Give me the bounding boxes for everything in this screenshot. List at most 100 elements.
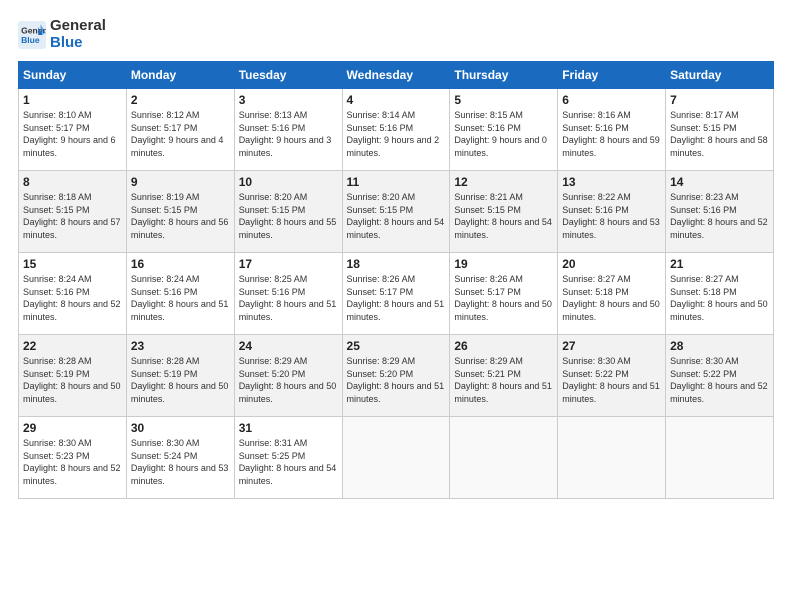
- day-info: Sunrise: 8:22 AM Sunset: 5:16 PM Dayligh…: [562, 191, 661, 241]
- calendar-cell: 23 Sunrise: 8:28 AM Sunset: 5:19 PM Dayl…: [126, 335, 234, 417]
- day-info: Sunrise: 8:10 AM Sunset: 5:17 PM Dayligh…: [23, 109, 122, 159]
- day-info: Sunrise: 8:28 AM Sunset: 5:19 PM Dayligh…: [23, 355, 122, 405]
- weekday-header-friday: Friday: [558, 62, 666, 89]
- weekday-header-tuesday: Tuesday: [234, 62, 342, 89]
- day-number: 28: [670, 339, 769, 353]
- day-number: 16: [131, 257, 230, 271]
- day-info: Sunrise: 8:30 AM Sunset: 5:24 PM Dayligh…: [131, 437, 230, 487]
- weekday-header-wednesday: Wednesday: [342, 62, 450, 89]
- day-info: Sunrise: 8:25 AM Sunset: 5:16 PM Dayligh…: [239, 273, 338, 323]
- calendar-cell: 9 Sunrise: 8:19 AM Sunset: 5:15 PM Dayli…: [126, 171, 234, 253]
- day-number: 9: [131, 175, 230, 189]
- day-number: 18: [347, 257, 446, 271]
- day-number: 24: [239, 339, 338, 353]
- day-number: 12: [454, 175, 553, 189]
- weekday-header-monday: Monday: [126, 62, 234, 89]
- calendar-cell: 8 Sunrise: 8:18 AM Sunset: 5:15 PM Dayli…: [19, 171, 127, 253]
- day-info: Sunrise: 8:21 AM Sunset: 5:15 PM Dayligh…: [454, 191, 553, 241]
- day-info: Sunrise: 8:28 AM Sunset: 5:19 PM Dayligh…: [131, 355, 230, 405]
- day-info: Sunrise: 8:30 AM Sunset: 5:22 PM Dayligh…: [562, 355, 661, 405]
- day-info: Sunrise: 8:26 AM Sunset: 5:17 PM Dayligh…: [347, 273, 446, 323]
- weekday-header-saturday: Saturday: [666, 62, 774, 89]
- day-number: 14: [670, 175, 769, 189]
- svg-text:Blue: Blue: [21, 34, 40, 44]
- calendar-cell: 11 Sunrise: 8:20 AM Sunset: 5:15 PM Dayl…: [342, 171, 450, 253]
- day-info: Sunrise: 8:29 AM Sunset: 5:21 PM Dayligh…: [454, 355, 553, 405]
- day-info: Sunrise: 8:13 AM Sunset: 5:16 PM Dayligh…: [239, 109, 338, 159]
- day-number: 2: [131, 93, 230, 107]
- weekday-header-sunday: Sunday: [19, 62, 127, 89]
- day-number: 4: [347, 93, 446, 107]
- calendar-cell: 31 Sunrise: 8:31 AM Sunset: 5:25 PM Dayl…: [234, 417, 342, 499]
- logo-blue: Blue: [50, 35, 106, 52]
- weekday-header-thursday: Thursday: [450, 62, 558, 89]
- day-number: 8: [23, 175, 122, 189]
- day-info: Sunrise: 8:20 AM Sunset: 5:15 PM Dayligh…: [347, 191, 446, 241]
- day-number: 26: [454, 339, 553, 353]
- day-info: Sunrise: 8:17 AM Sunset: 5:15 PM Dayligh…: [670, 109, 769, 159]
- logo-general: General: [50, 18, 106, 35]
- day-number: 17: [239, 257, 338, 271]
- day-number: 5: [454, 93, 553, 107]
- day-info: Sunrise: 8:30 AM Sunset: 5:23 PM Dayligh…: [23, 437, 122, 487]
- day-number: 25: [347, 339, 446, 353]
- day-number: 15: [23, 257, 122, 271]
- day-info: Sunrise: 8:27 AM Sunset: 5:18 PM Dayligh…: [670, 273, 769, 323]
- calendar-cell: 6 Sunrise: 8:16 AM Sunset: 5:16 PM Dayli…: [558, 89, 666, 171]
- calendar-cell: [450, 417, 558, 499]
- calendar-cell: 10 Sunrise: 8:20 AM Sunset: 5:15 PM Dayl…: [234, 171, 342, 253]
- calendar-cell: 28 Sunrise: 8:30 AM Sunset: 5:22 PM Dayl…: [666, 335, 774, 417]
- day-info: Sunrise: 8:14 AM Sunset: 5:16 PM Dayligh…: [347, 109, 446, 159]
- day-info: Sunrise: 8:29 AM Sunset: 5:20 PM Dayligh…: [347, 355, 446, 405]
- day-info: Sunrise: 8:12 AM Sunset: 5:17 PM Dayligh…: [131, 109, 230, 159]
- day-info: Sunrise: 8:24 AM Sunset: 5:16 PM Dayligh…: [23, 273, 122, 323]
- day-number: 29: [23, 421, 122, 435]
- day-info: Sunrise: 8:19 AM Sunset: 5:15 PM Dayligh…: [131, 191, 230, 241]
- day-number: 31: [239, 421, 338, 435]
- calendar-cell: 16 Sunrise: 8:24 AM Sunset: 5:16 PM Dayl…: [126, 253, 234, 335]
- day-number: 11: [347, 175, 446, 189]
- calendar-cell: 7 Sunrise: 8:17 AM Sunset: 5:15 PM Dayli…: [666, 89, 774, 171]
- calendar-cell: 3 Sunrise: 8:13 AM Sunset: 5:16 PM Dayli…: [234, 89, 342, 171]
- calendar-cell: 2 Sunrise: 8:12 AM Sunset: 5:17 PM Dayli…: [126, 89, 234, 171]
- day-info: Sunrise: 8:31 AM Sunset: 5:25 PM Dayligh…: [239, 437, 338, 487]
- calendar-cell: 1 Sunrise: 8:10 AM Sunset: 5:17 PM Dayli…: [19, 89, 127, 171]
- calendar-cell: 19 Sunrise: 8:26 AM Sunset: 5:17 PM Dayl…: [450, 253, 558, 335]
- calendar-cell: 15 Sunrise: 8:24 AM Sunset: 5:16 PM Dayl…: [19, 253, 127, 335]
- calendar-cell: 12 Sunrise: 8:21 AM Sunset: 5:15 PM Dayl…: [450, 171, 558, 253]
- logo-icon: General Blue: [18, 21, 46, 49]
- day-number: 7: [670, 93, 769, 107]
- calendar-cell: 20 Sunrise: 8:27 AM Sunset: 5:18 PM Dayl…: [558, 253, 666, 335]
- day-info: Sunrise: 8:26 AM Sunset: 5:17 PM Dayligh…: [454, 273, 553, 323]
- day-info: Sunrise: 8:18 AM Sunset: 5:15 PM Dayligh…: [23, 191, 122, 241]
- day-info: Sunrise: 8:15 AM Sunset: 5:16 PM Dayligh…: [454, 109, 553, 159]
- logo: General Blue General Blue: [18, 18, 106, 51]
- calendar-cell: [342, 417, 450, 499]
- day-number: 1: [23, 93, 122, 107]
- calendar-cell: 18 Sunrise: 8:26 AM Sunset: 5:17 PM Dayl…: [342, 253, 450, 335]
- day-info: Sunrise: 8:30 AM Sunset: 5:22 PM Dayligh…: [670, 355, 769, 405]
- day-number: 10: [239, 175, 338, 189]
- day-info: Sunrise: 8:16 AM Sunset: 5:16 PM Dayligh…: [562, 109, 661, 159]
- header: General Blue General Blue: [18, 18, 774, 51]
- day-number: 19: [454, 257, 553, 271]
- day-number: 23: [131, 339, 230, 353]
- day-number: 20: [562, 257, 661, 271]
- calendar-cell: 4 Sunrise: 8:14 AM Sunset: 5:16 PM Dayli…: [342, 89, 450, 171]
- day-number: 21: [670, 257, 769, 271]
- day-info: Sunrise: 8:20 AM Sunset: 5:15 PM Dayligh…: [239, 191, 338, 241]
- calendar-cell: 22 Sunrise: 8:28 AM Sunset: 5:19 PM Dayl…: [19, 335, 127, 417]
- calendar-cell: 13 Sunrise: 8:22 AM Sunset: 5:16 PM Dayl…: [558, 171, 666, 253]
- calendar-cell: 29 Sunrise: 8:30 AM Sunset: 5:23 PM Dayl…: [19, 417, 127, 499]
- calendar-table: SundayMondayTuesdayWednesdayThursdayFrid…: [18, 61, 774, 499]
- day-info: Sunrise: 8:29 AM Sunset: 5:20 PM Dayligh…: [239, 355, 338, 405]
- calendar-cell: 21 Sunrise: 8:27 AM Sunset: 5:18 PM Dayl…: [666, 253, 774, 335]
- day-number: 3: [239, 93, 338, 107]
- day-number: 6: [562, 93, 661, 107]
- calendar-cell: 30 Sunrise: 8:30 AM Sunset: 5:24 PM Dayl…: [126, 417, 234, 499]
- calendar-cell: 27 Sunrise: 8:30 AM Sunset: 5:22 PM Dayl…: [558, 335, 666, 417]
- day-info: Sunrise: 8:24 AM Sunset: 5:16 PM Dayligh…: [131, 273, 230, 323]
- day-number: 30: [131, 421, 230, 435]
- calendar-cell: [558, 417, 666, 499]
- calendar-cell: 5 Sunrise: 8:15 AM Sunset: 5:16 PM Dayli…: [450, 89, 558, 171]
